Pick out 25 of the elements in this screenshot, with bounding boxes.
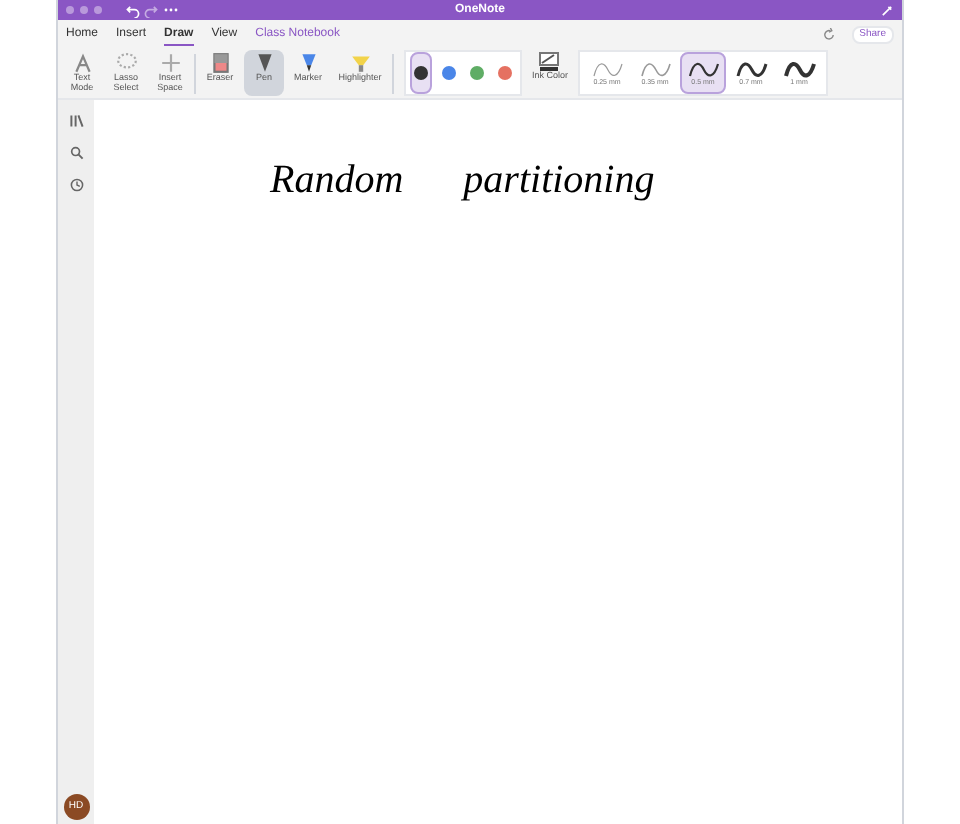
redo-icon[interactable] <box>144 3 158 17</box>
stroke-icon <box>735 59 767 80</box>
space-icon <box>159 52 181 74</box>
clock-icon[interactable] <box>69 178 83 192</box>
handwritten-text: Random <box>270 160 404 200</box>
zoom-icon[interactable] <box>94 6 102 14</box>
eraser-icon <box>209 52 231 74</box>
pen-icon <box>253 52 275 74</box>
highlighter-icon <box>349 52 371 74</box>
close-icon[interactable] <box>66 6 74 14</box>
notebooks-icon[interactable] <box>69 114 83 128</box>
sync-icon[interactable] <box>821 27 836 41</box>
handwritten-text: partitioning <box>463 160 655 200</box>
text-icon <box>71 52 93 74</box>
stroke-icon <box>783 59 815 80</box>
pen-color-swatch[interactable] <box>410 52 432 94</box>
pen-icon[interactable] <box>880 3 894 17</box>
stroke-icon <box>639 59 671 80</box>
marker-icon <box>297 52 319 74</box>
minimize-icon[interactable] <box>80 6 88 14</box>
stroke-icon <box>687 59 719 80</box>
lasso-icon <box>115 52 137 74</box>
search-icon[interactable] <box>69 146 83 160</box>
stroke-icon <box>591 59 623 80</box>
undo-icon[interactable] <box>126 3 140 17</box>
